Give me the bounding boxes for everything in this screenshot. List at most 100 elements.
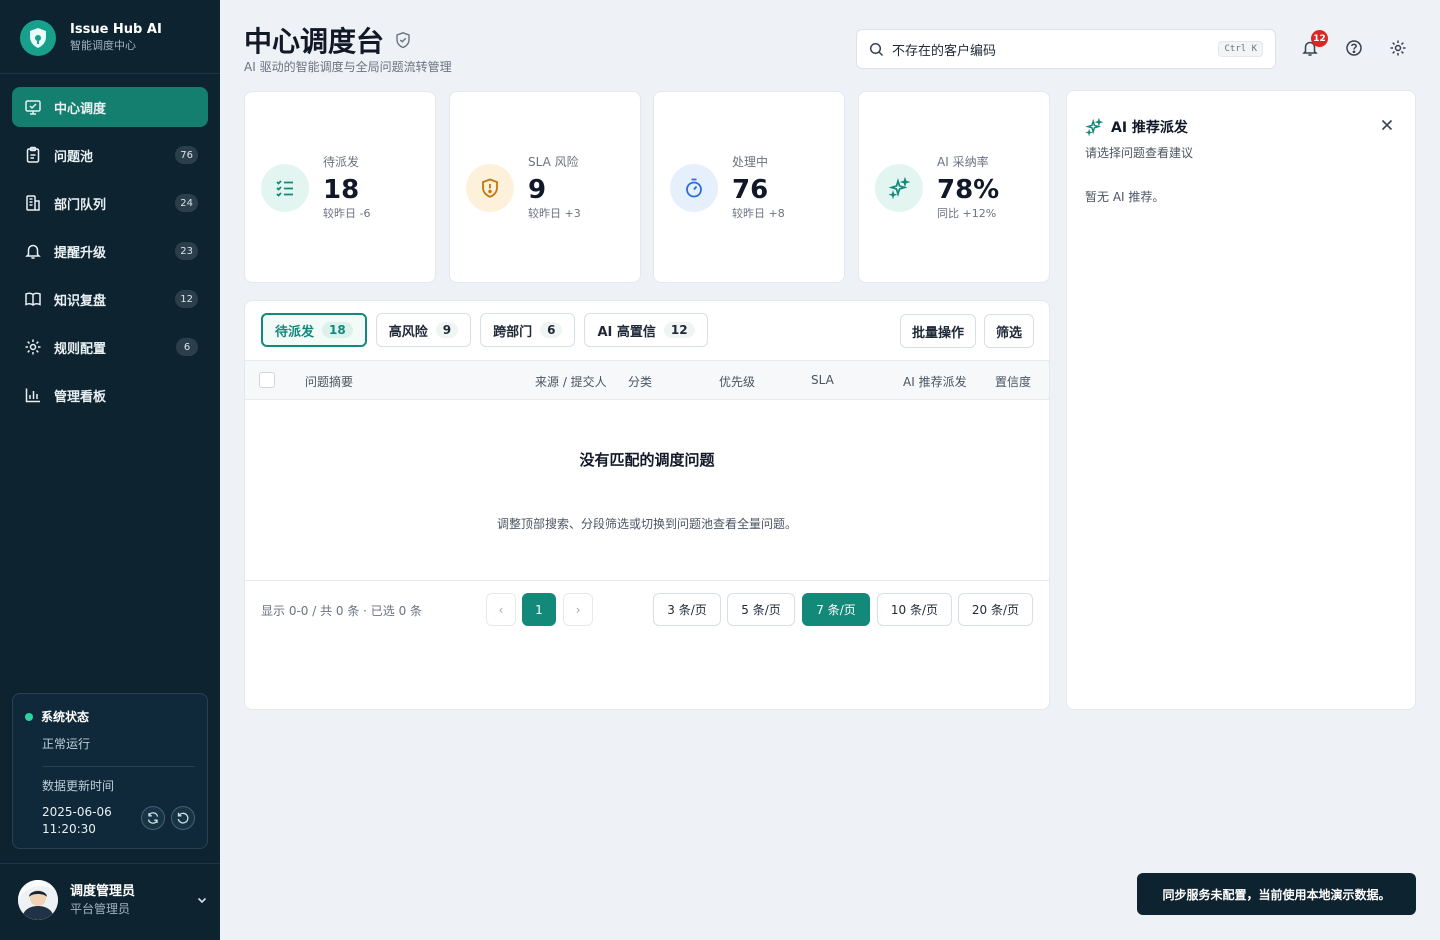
page-size-option[interactable]: 7 条/页: [802, 593, 870, 626]
toast-notification: 同步服务未配置，当前使用本地演示数据。: [1137, 873, 1416, 915]
checklist-icon: [261, 164, 309, 212]
sidebar-divider: [0, 863, 220, 864]
gear-icon: [24, 338, 42, 356]
timer-icon: [670, 164, 718, 212]
avatar: [18, 880, 58, 920]
stat-label: 待派发: [323, 155, 360, 169]
notification-badge: 12: [1311, 30, 1328, 47]
column-header[interactable]: AI 推荐派发: [903, 373, 967, 390]
tab-ai-high-confidence[interactable]: AI 高置信 12: [584, 313, 708, 347]
stat-card-sla-risk[interactable]: SLA 风险 9 较昨日 +3: [449, 91, 641, 283]
user-menu[interactable]: 调度管理员 平台管理员: [18, 880, 208, 920]
sidebar-item-badge: 23: [175, 242, 198, 260]
empty-state-title: 没有匹配的调度问题: [579, 451, 715, 469]
dispatch-panel: 待派发 18 高风险 9 跨部门 6 AI 高置信 12 批量操作 筛选 问题摘…: [244, 300, 1050, 710]
batch-action-button[interactable]: 批量操作: [900, 314, 976, 348]
bar-chart-icon: [24, 386, 42, 404]
page-size-option[interactable]: 10 条/页: [877, 593, 952, 626]
page-subtitle: AI 驱动的智能调度与全局问题流转管理: [244, 60, 452, 74]
brand-name: Issue Hub AI: [70, 22, 162, 37]
sidebar-item-badge: 24: [175, 194, 198, 212]
tab-high-risk[interactable]: 高风险 9: [375, 313, 472, 347]
search-box[interactable]: Ctrl K: [856, 29, 1276, 69]
tab-pending[interactable]: 待派发 18: [261, 313, 367, 347]
bell-icon: [24, 242, 42, 260]
updated-time: 2025-06-06 11:20:30: [42, 805, 112, 836]
monitor-icon: [24, 98, 42, 116]
system-status-card: 系统状态 正常运行 数据更新时间 2025-06-06 11:20:30: [12, 693, 208, 849]
page-size-option[interactable]: 3 条/页: [653, 593, 721, 626]
user-role: 平台管理员: [70, 902, 131, 916]
page-size-option[interactable]: 20 条/页: [958, 593, 1033, 626]
building-icon: [24, 194, 42, 212]
stat-delta: 较昨日 +8: [732, 207, 785, 220]
stat-label: 处理中: [732, 155, 769, 169]
tab-cross-dept[interactable]: 跨部门 6: [480, 313, 576, 347]
select-all-checkbox[interactable]: [259, 372, 275, 388]
column-header[interactable]: 来源 / 提交人: [535, 373, 607, 390]
sidebar-item-label: 问题池: [54, 149, 94, 165]
stat-card-in-progress[interactable]: 处理中 76 较昨日 +8: [653, 91, 845, 283]
stat-delta: 较昨日 -6: [323, 207, 371, 220]
column-header[interactable]: SLA: [811, 373, 834, 387]
reset-button[interactable]: [171, 806, 195, 830]
sidebar-item-dispatch[interactable]: 中心调度: [12, 87, 208, 127]
stat-card-ai-adoption[interactable]: AI 采纳率 78% 同比 +12%: [858, 91, 1050, 283]
close-button[interactable]: [1379, 117, 1395, 133]
gear-icon: [1390, 40, 1406, 56]
tab-count: 6: [540, 322, 563, 338]
tab-count: 18: [322, 322, 353, 338]
sidebar-item-dept-queue[interactable]: 部门队列 24: [12, 183, 208, 223]
user-name: 调度管理员: [70, 884, 136, 899]
sparkles-icon: [1085, 118, 1103, 136]
column-header[interactable]: 优先级: [719, 373, 755, 390]
ai-panel-subtitle: 请选择问题查看建议: [1085, 146, 1194, 160]
status-value: 正常运行: [42, 737, 91, 751]
segment-tabs: 待派发 18 高风险 9 跨部门 6 AI 高置信 12: [261, 313, 717, 347]
status-title: 系统状态: [41, 710, 90, 724]
prev-page-button[interactable]: ‹: [486, 593, 516, 626]
sidebar-item-knowledge[interactable]: 知识复盘 12: [12, 279, 208, 319]
shield-check-icon: [396, 32, 410, 49]
status-dot: [25, 712, 33, 721]
column-header[interactable]: 问题摘要: [305, 373, 353, 390]
search-input[interactable]: [892, 41, 1219, 57]
ai-recommendation-panel: AI 推荐派发 请选择问题查看建议 暂无 AI 推荐。: [1066, 90, 1416, 710]
column-header[interactable]: 置信度: [995, 373, 1031, 390]
table-header: 问题摘要 来源 / 提交人 分类 优先级 SLA AI 推荐派发 置信度: [245, 360, 1049, 400]
tab-label: 跨部门: [493, 324, 533, 340]
brand-logo-icon: [20, 20, 56, 56]
stat-value: 78%: [937, 175, 1000, 205]
tab-label: 待派发: [275, 324, 315, 340]
sidebar-item-dashboard[interactable]: 管理看板: [12, 375, 208, 415]
brand[interactable]: Issue Hub AI 智能调度中心: [20, 20, 162, 56]
page-size-option[interactable]: 5 条/页: [727, 593, 795, 626]
shield-alert-icon: [466, 164, 514, 212]
sidebar-divider: [0, 73, 220, 74]
stat-delta: 同比 +12%: [937, 207, 997, 220]
page-title-text: 中心调度台: [244, 25, 385, 58]
stat-label: SLA 风险: [528, 155, 579, 169]
filter-button[interactable]: 筛选: [984, 314, 1034, 348]
sync-button[interactable]: [141, 806, 165, 830]
page-number-button[interactable]: 1: [522, 593, 556, 626]
settings-button[interactable]: [1386, 36, 1410, 60]
stat-label: AI 采纳率: [937, 155, 989, 169]
ai-panel-empty: 暂无 AI 推荐。: [1085, 190, 1165, 204]
column-header[interactable]: 分类: [628, 373, 652, 390]
stat-card-pending[interactable]: 待派发 18 较昨日 -6: [244, 91, 436, 283]
clipboard-icon: [24, 146, 42, 164]
sidebar-item-label: 知识复盘: [54, 293, 107, 309]
sidebar-item-badge: 6: [176, 338, 198, 356]
next-page-button[interactable]: ›: [563, 593, 593, 626]
sparkles-icon: [875, 164, 923, 212]
sidebar-item-issue-pool[interactable]: 问题池 76: [12, 135, 208, 175]
search-shortcut-hint: Ctrl K: [1218, 41, 1263, 57]
tab-label: 高风险: [388, 324, 428, 340]
sidebar-item-rules[interactable]: 规则配置 6: [12, 327, 208, 367]
help-icon: [1346, 40, 1362, 56]
sidebar-item-escalation[interactable]: 提醒升级 23: [12, 231, 208, 271]
notifications-button[interactable]: 12: [1298, 30, 1328, 60]
help-button[interactable]: [1342, 36, 1366, 60]
ai-panel-title: AI 推荐派发: [1085, 117, 1188, 137]
